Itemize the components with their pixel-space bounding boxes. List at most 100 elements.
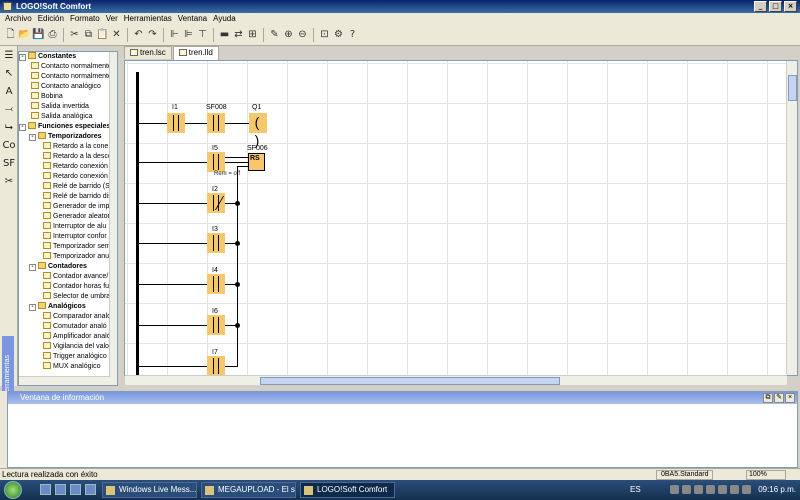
tree-item[interactable]: Comutador analó xyxy=(19,322,117,332)
browser-icon[interactable] xyxy=(55,484,66,495)
desktop-icon[interactable] xyxy=(40,484,51,495)
redo-icon[interactable]: ↷ xyxy=(146,28,159,42)
zoom-in-icon[interactable]: ⊕ xyxy=(282,28,295,42)
tree-item[interactable]: Interruptor de alu xyxy=(19,222,117,232)
help-icon[interactable]: ? xyxy=(346,28,359,42)
collapse-icon[interactable]: - xyxy=(19,124,26,131)
align-top-icon[interactable]: ⊤ xyxy=(196,28,209,42)
text-icon[interactable]: A xyxy=(2,85,16,99)
tree-item[interactable]: Bobina xyxy=(19,92,117,102)
tree-item[interactable]: Retardo conexión xyxy=(19,162,117,172)
menu-edicion[interactable]: Edición xyxy=(35,13,67,24)
volume-icon[interactable] xyxy=(730,485,739,494)
tree-item[interactable]: Contador avance/ xyxy=(19,272,117,282)
rs-block-sf006[interactable]: RS xyxy=(248,153,265,171)
close-button[interactable]: × xyxy=(784,1,797,12)
paste-icon[interactable]: 📋 xyxy=(96,28,109,42)
clear-info-icon[interactable]: ✎ xyxy=(774,393,784,403)
menu-archivo[interactable]: Archivo xyxy=(2,13,35,24)
tree-item[interactable]: Generador de impu xyxy=(19,202,117,212)
tray-icon[interactable] xyxy=(718,485,727,494)
tree-item[interactable]: Amplificador analó xyxy=(19,332,117,342)
collapse-icon[interactable]: - xyxy=(19,54,26,61)
tree-item[interactable]: Temporizador sem xyxy=(19,242,117,252)
close-info-icon[interactable]: × xyxy=(785,393,795,403)
save-icon[interactable]: 💾 xyxy=(32,28,45,42)
properties-icon[interactable]: ⚙ xyxy=(332,28,345,42)
cut-icon[interactable]: ✂ xyxy=(68,28,81,42)
special-functions-icon[interactable]: SF xyxy=(2,157,16,171)
tree-item[interactable]: Interruptor confor xyxy=(19,232,117,242)
cut-wire-icon[interactable]: ✂ xyxy=(2,175,16,189)
tray-icon[interactable] xyxy=(682,485,691,494)
tree-item[interactable]: Trigger analógico xyxy=(19,352,117,362)
tree-category-funciones[interactable]: - Funciones especiales xyxy=(19,122,117,132)
tray-icon[interactable] xyxy=(706,485,715,494)
zoom-out-icon[interactable]: ⊖ xyxy=(296,28,309,42)
tree-item[interactable]: Retardo a la cone xyxy=(19,142,117,152)
canvas-horizontal-scrollbar[interactable] xyxy=(125,375,787,385)
tree-category-contadores[interactable]: - Contadores xyxy=(19,262,117,272)
media-icon[interactable] xyxy=(70,484,81,495)
open-folder-icon[interactable]: 📂 xyxy=(18,28,31,42)
contact-i7[interactable] xyxy=(207,356,225,376)
tree-item[interactable]: Generador aleator xyxy=(19,212,117,222)
tree-category-temporizadores[interactable]: - Temporizadores xyxy=(19,132,117,142)
menu-ver[interactable]: Ver xyxy=(103,13,121,24)
menu-ventana[interactable]: Ventana xyxy=(175,13,210,24)
align-left-icon[interactable]: ⊩ xyxy=(168,28,181,42)
collapse-icon[interactable]: - xyxy=(29,264,36,271)
tree-item[interactable]: Salida analógica xyxy=(19,112,117,122)
scroll-thumb[interactable] xyxy=(260,377,560,385)
task-messenger[interactable]: Windows Live Mess... xyxy=(102,482,197,498)
contact-i5[interactable] xyxy=(207,152,225,172)
tab-tren-lsc[interactable]: tren.lsc xyxy=(124,46,172,59)
tree-category-analogicos[interactable]: - Analógicos xyxy=(19,302,117,312)
task-browser[interactable]: MEGAUPLOAD - El s... xyxy=(201,482,296,498)
delete-icon[interactable]: ✕ xyxy=(110,28,123,42)
tree-item[interactable]: Retardo a la desco xyxy=(19,152,117,162)
tree-item[interactable]: Comparador analó xyxy=(19,312,117,322)
connect-icon[interactable]: ⤙ xyxy=(2,103,16,117)
fit-page-icon[interactable]: ⊡ xyxy=(318,28,331,42)
transfer-icon[interactable]: ⇄ xyxy=(232,28,245,42)
print-icon[interactable]: ⎙ xyxy=(46,28,59,42)
collapse-icon[interactable]: - xyxy=(29,304,36,311)
tree-item[interactable]: Temporizador anu xyxy=(19,252,117,262)
tree-item[interactable]: Relé de barrido dis xyxy=(19,192,117,202)
tree-horizontal-scrollbar[interactable] xyxy=(19,376,110,385)
coil-q1[interactable]: ( ) xyxy=(249,113,267,148)
tree-item[interactable]: Vigilancia del valor xyxy=(19,342,117,352)
clock[interactable]: 09:16 p.m. xyxy=(758,480,796,500)
menu-ayuda[interactable]: Ayuda xyxy=(210,13,239,24)
maximize-button[interactable]: □ xyxy=(769,1,782,12)
tab-tren-lld[interactable]: tren.lld xyxy=(172,46,219,60)
tray-icon[interactable] xyxy=(694,485,703,494)
scroll-thumb[interactable] xyxy=(788,75,797,101)
contact-sf008[interactable] xyxy=(207,113,225,133)
tray-icon[interactable] xyxy=(670,485,679,494)
network-icon[interactable]: ⊞ xyxy=(246,28,259,42)
new-file-icon[interactable]: 🗋 xyxy=(4,28,17,42)
align-right-icon[interactable]: ⊫ xyxy=(182,28,195,42)
network-icon[interactable] xyxy=(742,485,751,494)
copy-info-icon[interactable]: ⧉ xyxy=(763,393,773,403)
collapse-icon[interactable]: - xyxy=(29,134,36,141)
start-button[interactable] xyxy=(4,481,22,499)
tree-item[interactable]: Contador horas fu xyxy=(19,282,117,292)
simulation-icon[interactable]: ▬ xyxy=(218,28,231,42)
task-logosoft[interactable]: LOGO!Soft Comfort xyxy=(300,482,395,498)
tree-item[interactable]: Relé de barrido (S xyxy=(19,182,117,192)
pencil-icon[interactable]: ✎ xyxy=(268,28,281,42)
contact-i4[interactable] xyxy=(207,274,225,294)
tree-item[interactable]: Contacto normalmente xyxy=(19,72,117,82)
tree-item[interactable]: Retardo conexión xyxy=(19,172,117,182)
tree-item[interactable]: Salida invertida xyxy=(19,102,117,112)
tree-category-constantes[interactable]: - Constantes xyxy=(19,52,117,62)
tree-vertical-scrollbar[interactable] xyxy=(109,52,117,385)
contact-i1[interactable] xyxy=(167,113,185,133)
wire-icon[interactable]: ⮡ xyxy=(2,121,16,135)
tree-item[interactable]: Contacto analógico xyxy=(19,82,117,92)
pointer-icon[interactable]: ↖ xyxy=(2,67,16,81)
menu-formato[interactable]: Formato xyxy=(67,13,103,24)
